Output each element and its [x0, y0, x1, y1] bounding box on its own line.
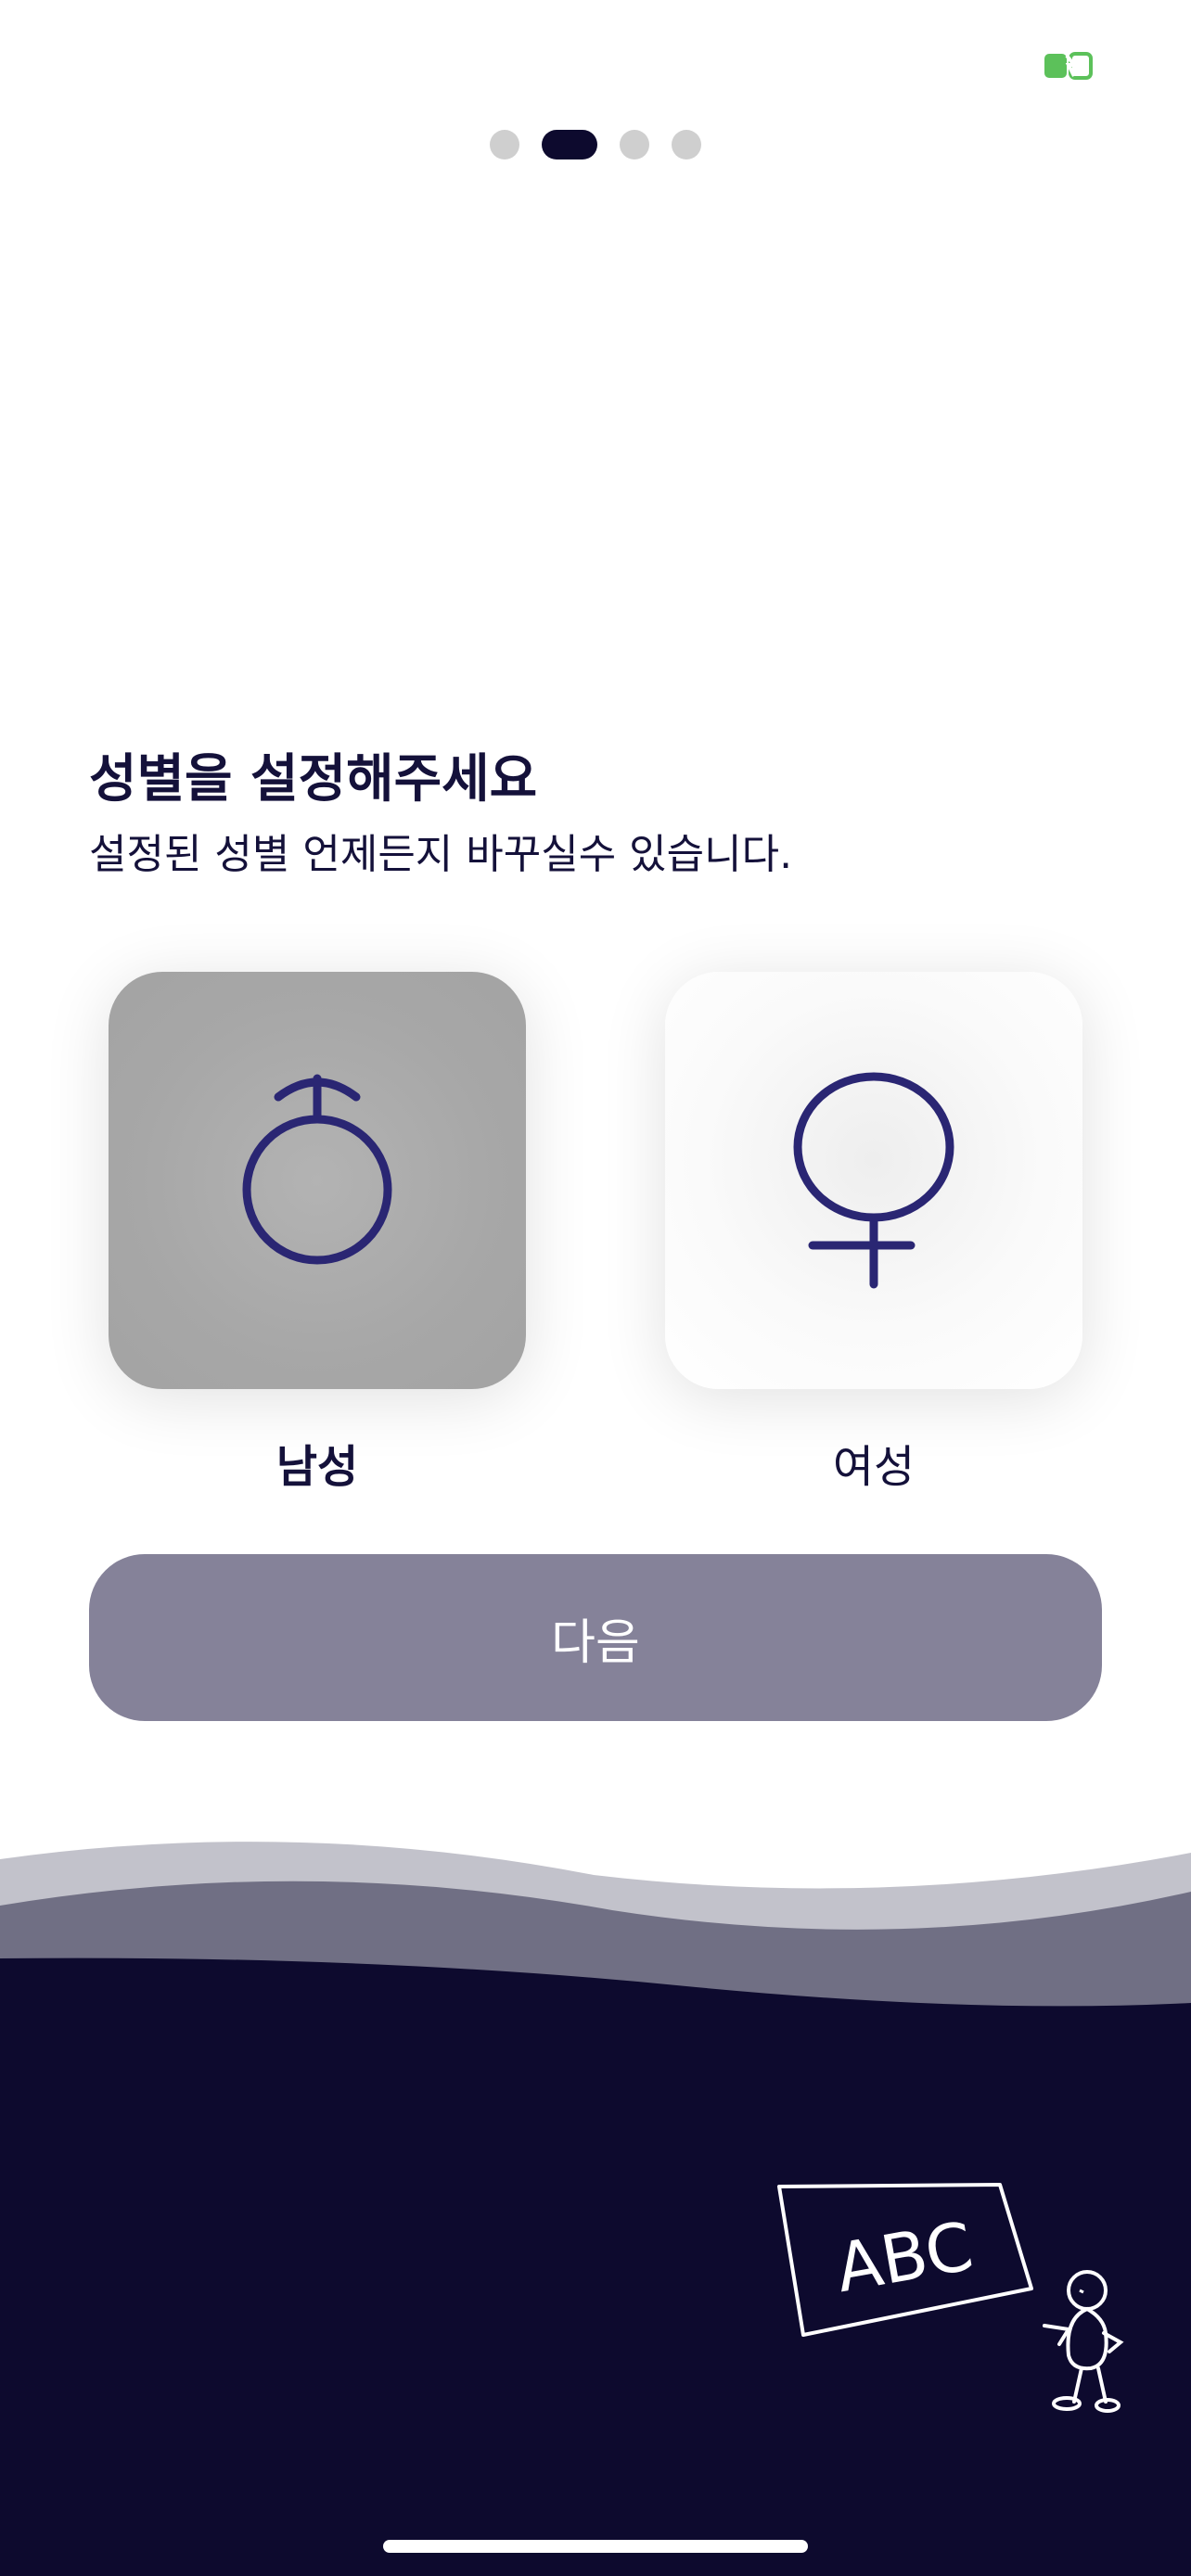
- page-dot-2-active: [542, 130, 597, 159]
- chalkboard-teacher-illustration: ABC: [777, 2183, 1124, 2413]
- home-indicator[interactable]: [383, 2540, 808, 2553]
- gender-setup-screen: 성별을 설정해주세요 설정된 성별 언제든지 바꾸실수 있습니다. 남성 여성 …: [0, 0, 1191, 2576]
- page-title: 성별을 설정해주세요: [89, 749, 538, 810]
- chalkboard-text: ABC: [830, 2207, 979, 2307]
- page-dot-1: [490, 130, 519, 159]
- status-bar: [0, 0, 1191, 111]
- female-option-card[interactable]: [665, 972, 1082, 1389]
- female-option-label: 여성: [832, 1441, 916, 1493]
- page-dot-3: [620, 130, 649, 159]
- battery-charging-icon: [1044, 52, 1093, 80]
- next-button[interactable]: 다음: [89, 1554, 1102, 1721]
- page-indicator: [0, 129, 1191, 160]
- page-subtitle: 설정된 성별 언제든지 바꾸실수 있습니다.: [89, 831, 793, 878]
- male-option-card[interactable]: [109, 972, 526, 1389]
- female-symbol-icon: [793, 1072, 954, 1289]
- male-option-label: 남성: [275, 1441, 359, 1493]
- page-dot-4: [672, 130, 701, 159]
- male-symbol-icon: [242, 1074, 392, 1265]
